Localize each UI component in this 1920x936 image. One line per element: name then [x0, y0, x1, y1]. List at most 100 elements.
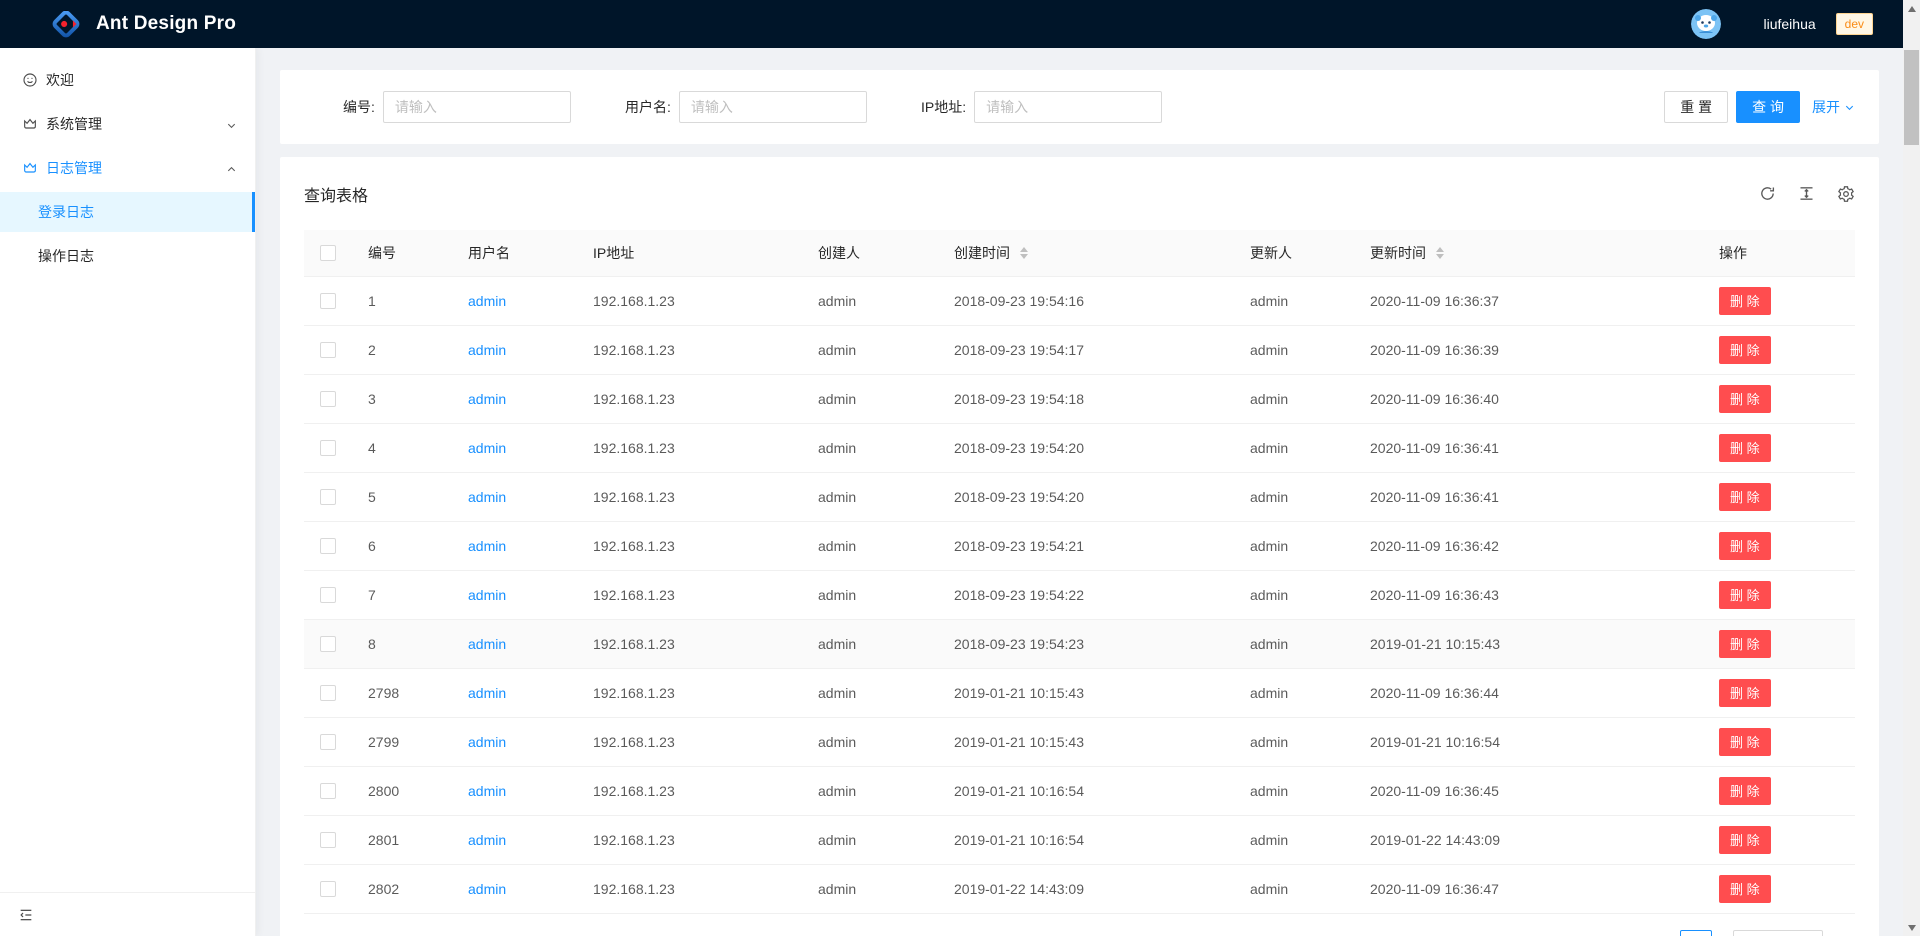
scroll-down-arrow-icon[interactable] [1903, 919, 1920, 936]
cell-username: admin [452, 668, 577, 717]
cell-username: admin [452, 325, 577, 374]
username-link[interactable]: admin [468, 489, 506, 505]
sidebar-item-log-management[interactable]: 日志管理 [0, 148, 255, 188]
cell-updater: admin [1234, 619, 1354, 668]
delete-button[interactable]: 删 除 [1719, 434, 1771, 462]
row-checkbox[interactable] [320, 734, 336, 750]
username-link[interactable]: admin [468, 391, 506, 407]
reload-icon[interactable] [1759, 185, 1776, 202]
cell-created: 2018-09-23 19:54:22 [938, 570, 1234, 619]
scrollbar-thumb[interactable] [1904, 50, 1919, 145]
sidebar-item-welcome[interactable]: 欢迎 [0, 60, 255, 100]
username-input[interactable] [679, 91, 867, 123]
settings-gear-icon[interactable] [1837, 185, 1855, 203]
username-link[interactable]: admin [468, 783, 506, 799]
delete-button[interactable]: 删 除 [1719, 826, 1771, 854]
row-checkbox[interactable] [320, 489, 336, 505]
cell-action: 删 除 [1703, 619, 1855, 668]
row-select-cell [304, 521, 352, 570]
cell-creator: admin [802, 619, 938, 668]
cell-creator: admin [802, 472, 938, 521]
username-link[interactable]: admin [468, 440, 506, 456]
cell-action: 删 除 [1703, 815, 1855, 864]
delete-button[interactable]: 删 除 [1719, 875, 1771, 903]
cell-updated: 2020-11-09 16:36:41 [1354, 423, 1703, 472]
cell-username: admin [452, 864, 577, 913]
row-checkbox[interactable] [320, 587, 336, 603]
reset-button[interactable]: 重 置 [1664, 91, 1728, 123]
cell-updated: 2020-11-09 16:36:44 [1354, 668, 1703, 717]
query-button[interactable]: 查 询 [1736, 91, 1800, 123]
cell-creator: admin [802, 717, 938, 766]
env-badge: dev [1836, 13, 1873, 35]
select-all-checkbox[interactable] [320, 245, 336, 261]
delete-button[interactable]: 删 除 [1719, 336, 1771, 364]
pagination-size-select[interactable] [1733, 930, 1823, 936]
app-header: Ant Design Pro liufeihua dev [0, 0, 1920, 48]
delete-button[interactable]: 删 除 [1719, 777, 1771, 805]
cell-creator: admin [802, 276, 938, 325]
row-checkbox[interactable] [320, 832, 336, 848]
username-link[interactable]: admin [468, 636, 506, 652]
cell-created: 2019-01-21 10:15:43 [938, 668, 1234, 717]
row-checkbox[interactable] [320, 783, 336, 799]
row-checkbox[interactable] [320, 538, 336, 554]
delete-button[interactable]: 删 除 [1719, 679, 1771, 707]
ip-input[interactable] [974, 91, 1162, 123]
cell-updated: 2020-11-09 16:36:40 [1354, 374, 1703, 423]
sidebar-item-operation-log[interactable]: 操作日志 [0, 236, 255, 276]
sorter-icon[interactable] [1020, 247, 1028, 259]
row-checkbox[interactable] [320, 636, 336, 652]
column-header-updated[interactable]: 更新时间 [1354, 230, 1703, 276]
cell-id: 2800 [352, 766, 452, 815]
scroll-up-arrow-icon[interactable] [1903, 0, 1920, 17]
username-link[interactable]: admin [468, 832, 506, 848]
delete-button[interactable]: 删 除 [1719, 630, 1771, 658]
delete-button[interactable]: 删 除 [1719, 728, 1771, 756]
delete-button[interactable]: 删 除 [1719, 287, 1771, 315]
sidebar-item-login-log[interactable]: 登录日志 [0, 192, 255, 232]
row-checkbox[interactable] [320, 342, 336, 358]
id-input[interactable] [383, 91, 571, 123]
delete-button[interactable]: 删 除 [1719, 385, 1771, 413]
username-link[interactable]: admin [468, 587, 506, 603]
username-link[interactable]: admin [468, 342, 506, 358]
row-checkbox[interactable] [320, 293, 336, 309]
username[interactable]: liufeihua [1763, 16, 1815, 32]
menu-fold-icon[interactable] [18, 907, 34, 923]
density-icon[interactable] [1798, 185, 1815, 202]
username-link[interactable]: admin [468, 881, 506, 897]
username-link[interactable]: admin [468, 685, 506, 701]
table-row: 8admin192.168.1.23admin2018-09-23 19:54:… [304, 619, 1855, 668]
page-scrollbar[interactable] [1903, 0, 1920, 936]
field-id: 编号: [343, 91, 571, 123]
row-checkbox[interactable] [320, 391, 336, 407]
username-link[interactable]: admin [468, 734, 506, 750]
expand-link[interactable]: 展开 [1812, 97, 1855, 117]
cell-ip: 192.168.1.23 [577, 668, 802, 717]
caret-up-icon [1436, 247, 1444, 252]
row-checkbox[interactable] [320, 685, 336, 701]
cell-id: 3 [352, 374, 452, 423]
avatar[interactable] [1691, 9, 1721, 39]
delete-button[interactable]: 删 除 [1719, 483, 1771, 511]
sidebar-item-system-management[interactable]: 系统管理 [0, 104, 255, 144]
cell-created: 2019-01-21 10:16:54 [938, 815, 1234, 864]
sidebar-item-label: 系统管理 [46, 114, 102, 134]
sidebar-item-label: 日志管理 [46, 158, 102, 178]
sorter-icon[interactable] [1436, 247, 1444, 259]
username-link[interactable]: admin [468, 538, 506, 554]
field-username: 用户名: [625, 91, 867, 123]
logo[interactable]: Ant Design Pro [50, 8, 236, 40]
delete-button[interactable]: 删 除 [1719, 532, 1771, 560]
row-checkbox[interactable] [320, 440, 336, 456]
username-link[interactable]: admin [468, 293, 506, 309]
cell-updater: admin [1234, 815, 1354, 864]
sidebar: 欢迎 系统管理 日志管理 登录日志 [0, 48, 256, 936]
cell-created: 2018-09-23 19:54:17 [938, 325, 1234, 374]
row-checkbox[interactable] [320, 881, 336, 897]
row-select-cell [304, 423, 352, 472]
column-header-created[interactable]: 创建时间 [938, 230, 1234, 276]
pagination-page-button[interactable] [1680, 930, 1712, 936]
delete-button[interactable]: 删 除 [1719, 581, 1771, 609]
